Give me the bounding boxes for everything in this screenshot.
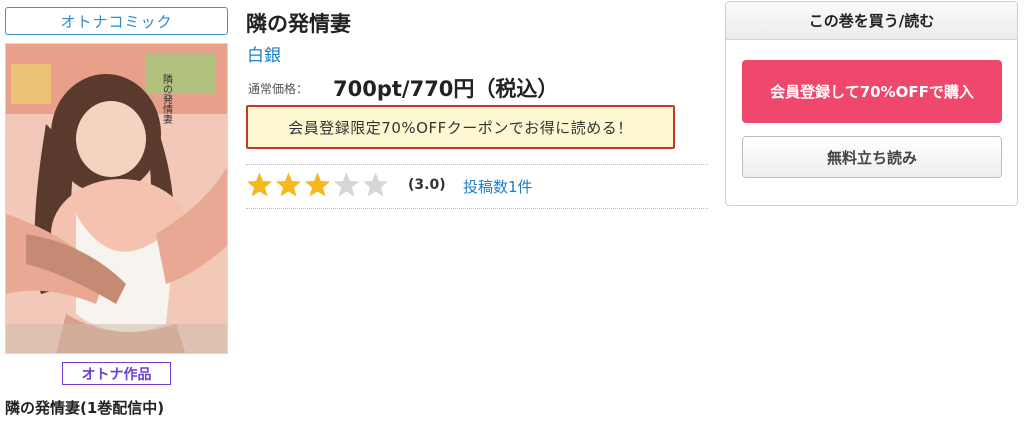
star-filled-icon bbox=[305, 172, 330, 197]
category-tag[interactable]: オトナコミック bbox=[5, 7, 228, 35]
divider bbox=[246, 164, 708, 165]
review-count-link[interactable]: 投稿数1件 bbox=[463, 176, 533, 197]
book-title: 隣の発情妻 bbox=[246, 12, 351, 36]
adult-badge[interactable]: オトナ作品 bbox=[62, 362, 171, 385]
star-empty-icon bbox=[334, 172, 359, 197]
cover-title-text: 隣の発情妻 bbox=[161, 73, 173, 125]
star-filled-icon bbox=[276, 172, 301, 197]
member-purchase-button[interactable]: 会員登録して70%OFFで購入 bbox=[742, 60, 1002, 123]
price-label: 通常価格： bbox=[248, 82, 309, 96]
free-preview-button[interactable]: 無料立ち読み bbox=[742, 136, 1002, 178]
price-value: 700pt/770円（税込） bbox=[333, 77, 559, 101]
buy-panel-header: この巻を買う/読む bbox=[726, 2, 1017, 40]
rating-value: (3.0) bbox=[408, 177, 446, 193]
cover-illustration: 隣の発情妻 bbox=[6, 44, 227, 353]
book-cover-image[interactable]: 隣の発情妻 bbox=[5, 43, 228, 354]
author-link[interactable]: 白銀 bbox=[247, 41, 281, 66]
coupon-banner[interactable]: 会員登録限定70%OFFクーポンでお得に読める！ bbox=[246, 105, 675, 149]
series-title[interactable]: 隣の発情妻(1巻配信中) bbox=[5, 397, 164, 418]
rating-stars bbox=[246, 171, 389, 198]
star-empty-icon bbox=[363, 172, 388, 197]
divider bbox=[246, 208, 708, 209]
buy-panel: この巻を買う/読む 会員登録して70%OFFで購入 無料立ち読み bbox=[725, 1, 1018, 206]
star-filled-icon bbox=[247, 172, 272, 197]
